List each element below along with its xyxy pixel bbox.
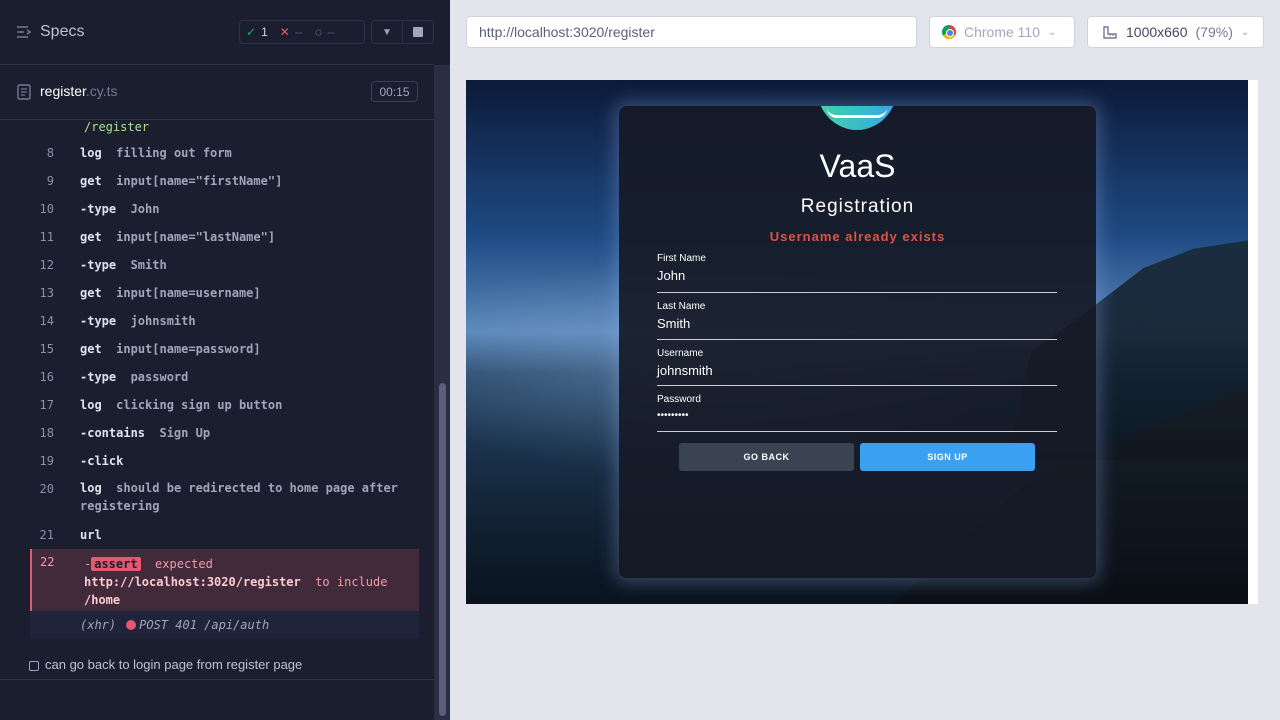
username-field[interactable]: Username johnsmith (657, 348, 1057, 386)
browser-name: Chrome 110 (964, 24, 1041, 40)
failed-stat: ✕ -- (274, 25, 309, 39)
command-number: 22 (40, 555, 55, 569)
file-icon (17, 84, 31, 100)
duration-badge: 00:15 (371, 81, 418, 102)
spec-file-name[interactable]: register.cy.ts (40, 83, 118, 99)
command-number: 12 (39, 258, 54, 272)
chevron-down-icon: ▼ (382, 26, 392, 38)
last-name-field[interactable]: Last Name Smith (657, 301, 1057, 340)
aut-edge (1248, 80, 1258, 604)
chevron-down-icon: ⌄ (1240, 26, 1250, 38)
command-name: get input[name=username] (80, 286, 261, 300)
zoom-level: (79%) (1195, 24, 1233, 40)
password-field[interactable]: Password ••••••••• (657, 394, 1057, 432)
assert-badge: assert (91, 557, 141, 571)
assert-message: - assert expected http://localhost:3020/r… (84, 557, 388, 607)
command-name: -type John (80, 202, 160, 216)
error-message: Username already exists (769, 229, 946, 244)
command-number: 11 (39, 230, 54, 244)
command-number: 14 (39, 314, 54, 328)
page-title: Registration (800, 196, 915, 217)
scrollbar-thumb[interactable] (439, 383, 446, 716)
command-name: log should be redirected to home page af… (80, 481, 398, 513)
xhr-row[interactable]: (xhr) POST 401 /api/auth (30, 611, 419, 639)
next-test-title[interactable]: can go back to login page from register … (45, 657, 302, 672)
command-name: get input[name="lastName"] (80, 230, 276, 244)
x-icon: ✕ (279, 25, 290, 39)
registration-card: VaaS Registration Username already exist… (619, 106, 1096, 578)
command-name: -type Smith (80, 258, 167, 272)
chrome-icon (942, 25, 956, 39)
visit-url: /register (84, 120, 150, 134)
sign-up-button[interactable]: SIGN UP (860, 443, 1035, 471)
xhr-label: (xhr) (80, 618, 117, 632)
viewport-size: 1000x660 (1126, 24, 1188, 40)
field-value[interactable]: johnsmith (657, 363, 713, 378)
command-name: -click (80, 454, 124, 468)
command-number: 10 (39, 202, 54, 216)
command-number: 20 (39, 482, 54, 496)
specs-list-icon[interactable] (16, 24, 32, 40)
command-name: -type johnsmith (80, 314, 196, 328)
passed-count: 1 (261, 25, 268, 39)
passed-stat: ✓ 1 (240, 25, 274, 39)
failed-assert-row[interactable]: 22 - assert expected http://localhost:302… (30, 549, 419, 611)
test-status-icon (29, 661, 39, 671)
command-name: get input[name=password] (80, 342, 261, 356)
viewport-selector[interactable]: 1000x660 (79%) ⌄ (1087, 16, 1264, 48)
app-title: VaaS (819, 148, 896, 184)
error-dot-icon (126, 620, 137, 630)
chevron-down-icon: ⌄ (1048, 26, 1057, 38)
expand-button[interactable]: ▼ (371, 20, 403, 44)
logo-wave-icon (827, 108, 887, 118)
pending-count: -- (326, 25, 335, 39)
command-number: 18 (39, 426, 54, 440)
field-value[interactable]: John (657, 268, 685, 283)
stop-icon (413, 27, 423, 37)
field-label: Password (657, 394, 701, 405)
spec-file-ext: .cy.ts (85, 83, 118, 99)
pending-stat: ◌ -- (309, 25, 341, 39)
command-number: 15 (39, 342, 54, 356)
command-number: 13 (39, 286, 54, 300)
aut-url-bar[interactable]: http://localhost:3020/register (466, 16, 917, 48)
command-number: 8 (46, 146, 54, 160)
ruler-icon (1103, 26, 1117, 39)
command-number: 19 (39, 454, 54, 468)
vaas-logo (817, 106, 897, 130)
command-number: 21 (39, 528, 54, 542)
xhr-request: POST 401 /api/auth (139, 618, 270, 632)
specs-title[interactable]: Specs (40, 23, 84, 41)
field-value[interactable]: Smith (657, 316, 690, 331)
browser-selector[interactable]: Chrome 110 ⌄ (929, 16, 1075, 48)
command-name: log clicking sign up button (80, 398, 283, 412)
command-name: -contains Sign Up (80, 426, 211, 440)
command-name: log filling out form (80, 146, 232, 160)
field-value[interactable]: ••••••••• (657, 410, 689, 421)
first-name-field[interactable]: First Name John (657, 253, 1057, 293)
spec-file-base: register (40, 83, 86, 99)
command-name: -type password (80, 370, 189, 384)
check-icon: ✓ (246, 25, 257, 39)
command-name: get input[name="firstName"] (80, 174, 283, 188)
go-back-button[interactable]: GO BACK (679, 443, 854, 471)
field-label: Last Name (657, 301, 706, 312)
command-number: 17 (39, 398, 54, 412)
stop-button[interactable] (402, 20, 434, 44)
failed-count: -- (294, 25, 303, 39)
command-number: 9 (46, 174, 54, 188)
command-number: 16 (39, 370, 54, 384)
reporter-panel: Specs ✓ 1 ✕ -- ◌ -- ▼ register.cy.ts 00:… (0, 0, 450, 720)
field-label: First Name (657, 253, 706, 264)
command-name: url (80, 528, 102, 542)
field-label: Username (657, 348, 704, 359)
pending-icon: ◌ (314, 25, 322, 39)
command-log: /register 8 log filling out form 9 get i… (30, 120, 419, 639)
test-stats: ✓ 1 ✕ -- ◌ -- (239, 20, 365, 44)
